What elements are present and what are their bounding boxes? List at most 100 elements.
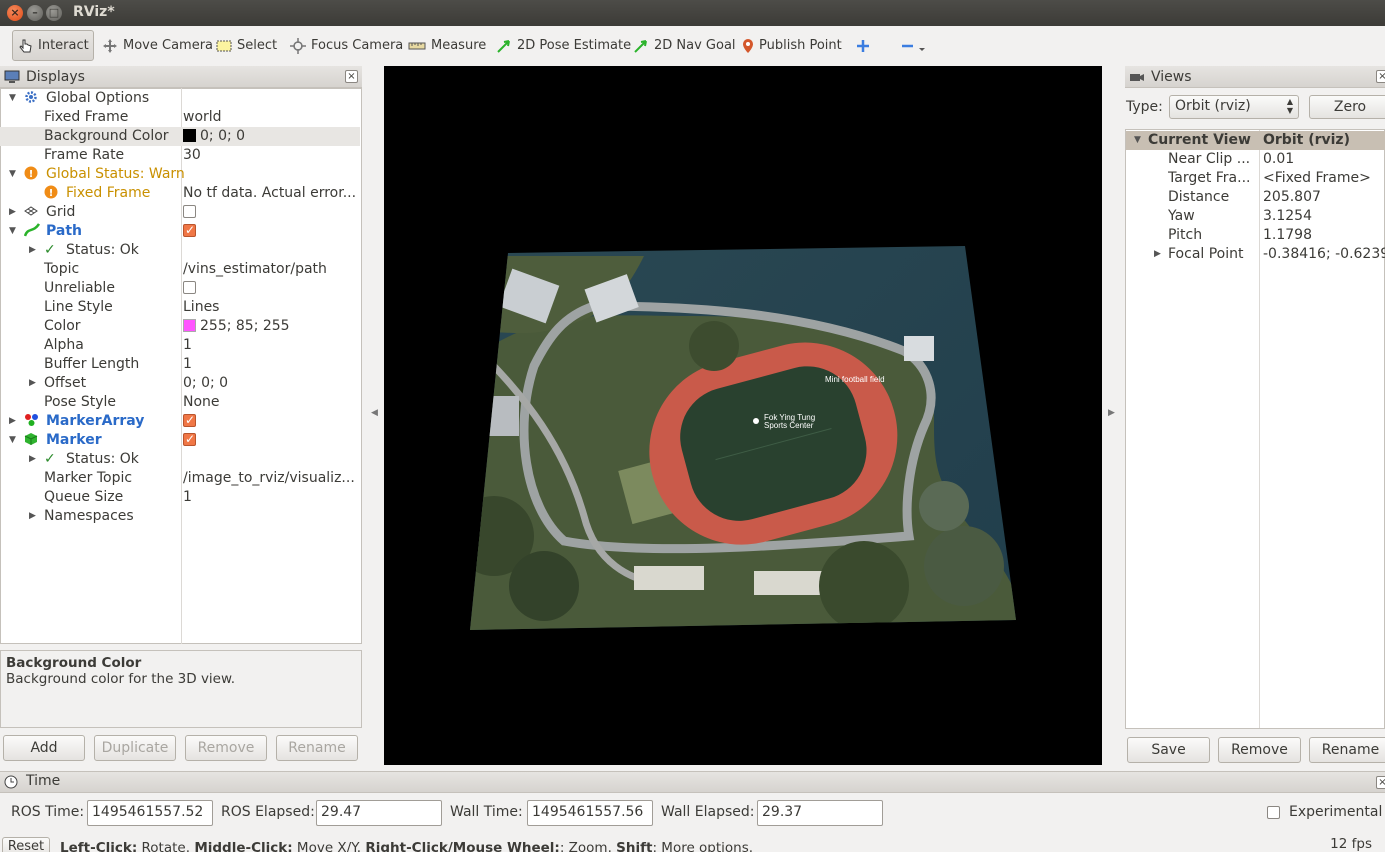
remove-tool-button[interactable] bbox=[896, 30, 935, 61]
tree-value[interactable]: 0; 0; 0 bbox=[183, 127, 359, 146]
remove-view-button[interactable]: Remove bbox=[1218, 737, 1301, 763]
measure-tool-button[interactable]: Measure bbox=[404, 30, 490, 61]
views-value[interactable]: 3.1254 bbox=[1263, 207, 1385, 226]
expand-arrow-icon[interactable]: ▼ bbox=[1134, 131, 1141, 150]
tree-value[interactable]: 255; 85; 255 bbox=[183, 317, 359, 336]
views-row-distance[interactable]: Distance 205.807 bbox=[1126, 188, 1385, 207]
interact-tool-button[interactable]: Interact bbox=[12, 30, 94, 61]
views-close-button[interactable]: × bbox=[1376, 70, 1385, 83]
expand-arrow-icon[interactable]: ▼ bbox=[9, 431, 16, 450]
tree-value[interactable]: /vins_estimator/path bbox=[183, 260, 359, 279]
rename-view-button[interactable]: Rename bbox=[1309, 737, 1385, 763]
expand-arrow-icon[interactable]: ▼ bbox=[9, 222, 16, 241]
add-display-button[interactable]: Add bbox=[3, 735, 85, 761]
views-row-focal-point[interactable]: ▶ Focal Point -0.38416; -0.6239... bbox=[1126, 245, 1385, 264]
tree-value[interactable]: Lines bbox=[183, 298, 359, 317]
views-value[interactable]: 0.01 bbox=[1263, 150, 1385, 169]
views-value[interactable]: <Fixed Frame> bbox=[1263, 169, 1385, 188]
tree-row-global-options[interactable]: ▼ Global Options bbox=[0, 89, 360, 108]
unreliable-checkbox[interactable] bbox=[183, 279, 359, 298]
tree-row-frame-rate[interactable]: Frame Rate 30 bbox=[0, 146, 360, 165]
tree-row-markerarray[interactable]: ▶ MarkerArray bbox=[0, 412, 360, 431]
duplicate-display-button[interactable]: Duplicate bbox=[94, 735, 176, 761]
maximize-window-button[interactable]: □ bbox=[46, 5, 62, 21]
views-row-near-clip[interactable]: Near Clip ... 0.01 bbox=[1126, 150, 1385, 169]
remove-display-button[interactable]: Remove bbox=[185, 735, 267, 761]
tree-row-color[interactable]: Color 255; 85; 255 bbox=[0, 317, 360, 336]
path-checkbox[interactable] bbox=[183, 222, 359, 241]
views-row-target-frame[interactable]: Target Fra... <Fixed Frame> bbox=[1126, 169, 1385, 188]
tree-row-background-color[interactable]: Background Color 0; 0; 0 bbox=[0, 127, 360, 146]
collapse-arrow-icon[interactable]: ▶ bbox=[29, 374, 36, 393]
move-camera-tool-button[interactable]: Move Camera bbox=[98, 30, 217, 61]
collapse-arrow-icon[interactable]: ▶ bbox=[9, 412, 16, 431]
tree-row-path-status[interactable]: ▶ ✓ Status: Ok bbox=[0, 241, 360, 260]
tree-row-fixed-frame-status[interactable]: ! Fixed Frame No tf data. Actual error..… bbox=[0, 184, 360, 203]
collapse-arrow-icon[interactable]: ▶ bbox=[29, 241, 36, 260]
add-tool-button[interactable] bbox=[852, 30, 879, 61]
tree-row-offset[interactable]: ▶ Offset 0; 0; 0 bbox=[0, 374, 360, 393]
splitter-right-arrow-icon[interactable]: ▶ bbox=[1108, 408, 1115, 418]
wall-time-field[interactable]: 1495461557.56 bbox=[527, 800, 653, 826]
displays-close-button[interactable]: × bbox=[345, 70, 358, 83]
tree-value[interactable]: 1 bbox=[183, 355, 359, 374]
save-view-button[interactable]: Save bbox=[1127, 737, 1210, 763]
tree-value[interactable]: 1 bbox=[183, 488, 359, 507]
tree-row-alpha[interactable]: Alpha 1 bbox=[0, 336, 360, 355]
publish-point-tool-button[interactable]: Publish Point bbox=[738, 30, 846, 61]
ros-elapsed-field[interactable]: 29.47 bbox=[316, 800, 442, 826]
markerarray-checkbox[interactable] bbox=[183, 412, 359, 431]
expand-arrow-icon[interactable]: ▼ bbox=[9, 89, 16, 108]
tree-row-pose-style[interactable]: Pose Style None bbox=[0, 393, 360, 412]
select-tool-button[interactable]: Select bbox=[212, 30, 281, 61]
experimental-checkbox[interactable] bbox=[1267, 806, 1280, 819]
tree-row-buffer-length[interactable]: Buffer Length 1 bbox=[0, 355, 360, 374]
time-close-button[interactable]: × bbox=[1376, 776, 1385, 789]
tree-row-marker-status[interactable]: ▶ ✓ Status: Ok bbox=[0, 450, 360, 469]
tree-label: Frame Rate bbox=[44, 147, 125, 163]
close-window-button[interactable]: × bbox=[7, 5, 23, 21]
ros-time-field[interactable]: 1495461557.52 bbox=[87, 800, 213, 826]
collapse-arrow-icon[interactable]: ▶ bbox=[29, 507, 36, 526]
tree-value[interactable]: /image_to_rviz/visualiz... bbox=[183, 469, 359, 488]
collapse-arrow-icon[interactable]: ▶ bbox=[9, 203, 16, 222]
tree-row-grid[interactable]: ▶ Grid bbox=[0, 203, 360, 222]
tree-row-namespaces[interactable]: ▶ Namespaces bbox=[0, 507, 360, 526]
views-row-yaw[interactable]: Yaw 3.1254 bbox=[1126, 207, 1385, 226]
rename-display-button[interactable]: Rename bbox=[276, 735, 358, 761]
tree-value[interactable]: 30 bbox=[183, 146, 359, 165]
tree-row-global-status[interactable]: ▼ ! Global Status: Warn bbox=[0, 165, 360, 184]
focus-camera-tool-button[interactable]: Focus Camera bbox=[286, 30, 407, 61]
views-row-current-view[interactable]: ▼ Current View Orbit (rviz) bbox=[1126, 131, 1385, 150]
minimize-window-button[interactable]: – bbox=[27, 5, 43, 21]
expand-arrow-icon[interactable]: ▼ bbox=[9, 165, 16, 184]
views-value[interactable]: 205.807 bbox=[1263, 188, 1385, 207]
tree-value[interactable]: None bbox=[183, 393, 359, 412]
2d-pose-estimate-tool-button[interactable]: 2D Pose Estimate bbox=[492, 30, 635, 61]
tree-row-fixed-frame[interactable]: Fixed Frame world bbox=[0, 108, 360, 127]
view-type-select[interactable]: Orbit (rviz) ▲ ▼ bbox=[1169, 95, 1299, 119]
wall-elapsed-field[interactable]: 29.37 bbox=[757, 800, 883, 826]
tree-row-marker-topic[interactable]: Marker Topic /image_to_rviz/visualiz... bbox=[0, 469, 360, 488]
views-row-pitch[interactable]: Pitch 1.1798 bbox=[1126, 226, 1385, 245]
grid-checkbox[interactable] bbox=[183, 203, 359, 222]
tree-row-line-style[interactable]: Line Style Lines bbox=[0, 298, 360, 317]
views-value[interactable]: -0.38416; -0.6239... bbox=[1263, 245, 1385, 264]
tree-value[interactable]: world bbox=[183, 108, 359, 127]
tree-row-marker[interactable]: ▼ Marker bbox=[0, 431, 360, 450]
splitter-left-arrow-icon[interactable]: ◀ bbox=[371, 408, 378, 418]
collapse-arrow-icon[interactable]: ▶ bbox=[29, 450, 36, 469]
reset-button[interactable]: Reset bbox=[2, 837, 50, 852]
zero-button[interactable]: Zero bbox=[1309, 95, 1385, 119]
tree-row-topic[interactable]: Topic /vins_estimator/path bbox=[0, 260, 360, 279]
tree-row-queue-size[interactable]: Queue Size 1 bbox=[0, 488, 360, 507]
marker-checkbox[interactable] bbox=[183, 431, 359, 450]
tree-row-path[interactable]: ▼ Path bbox=[0, 222, 360, 241]
tree-row-unreliable[interactable]: Unreliable bbox=[0, 279, 360, 298]
views-value[interactable]: 1.1798 bbox=[1263, 226, 1385, 245]
tree-value[interactable]: 1 bbox=[183, 336, 359, 355]
tree-value[interactable]: 0; 0; 0 bbox=[183, 374, 359, 393]
collapse-arrow-icon[interactable]: ▶ bbox=[1154, 245, 1161, 264]
2d-nav-goal-tool-button[interactable]: 2D Nav Goal bbox=[629, 30, 740, 61]
3d-viewport[interactable]: Fok Ying Tung Sports Center Mini footbal… bbox=[384, 66, 1102, 765]
